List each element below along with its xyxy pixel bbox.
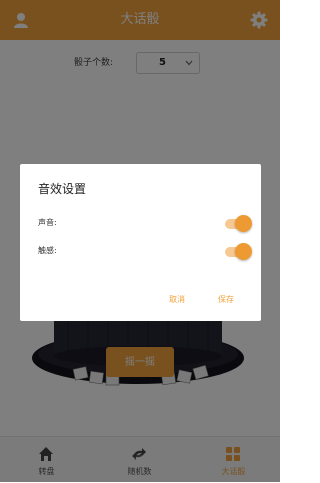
sound-label: 声音: bbox=[38, 218, 57, 227]
toggle-thumb bbox=[235, 215, 252, 232]
setting-row-sound: 声音: bbox=[38, 213, 253, 233]
sound-settings-dialog: 音效设置 声音: 触感: 取消 保存 bbox=[20, 164, 261, 321]
save-button[interactable]: 保存 bbox=[218, 294, 234, 305]
cancel-button[interactable]: 取消 bbox=[169, 294, 185, 305]
sound-toggle[interactable] bbox=[225, 215, 252, 232]
haptics-label: 触感: bbox=[38, 246, 57, 255]
haptics-toggle[interactable] bbox=[225, 243, 252, 260]
dialog-title: 音效设置 bbox=[38, 182, 87, 196]
toggle-thumb bbox=[235, 243, 252, 260]
setting-row-haptics: 触感: bbox=[38, 241, 253, 261]
